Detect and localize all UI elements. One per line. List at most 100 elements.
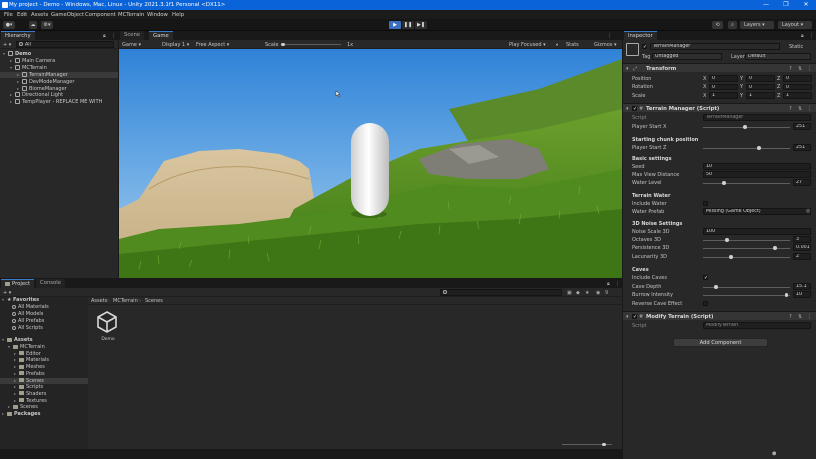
favorite-item[interactable]: All Materials xyxy=(12,304,49,311)
game-viewport[interactable] xyxy=(119,49,622,278)
breadcrumb-mcterrain[interactable]: MCTerrain xyxy=(113,298,138,304)
cloud-icon[interactable]: ☁ xyxy=(29,21,37,29)
kebab-menu-icon[interactable]: ⋮ xyxy=(807,106,812,112)
breadcrumb-scenes[interactable]: Scenes xyxy=(145,298,163,304)
transform-header[interactable]: ▾ ⤢ Transform ? ⇅ ⋮ xyxy=(623,63,816,72)
max-view-field[interactable]: 50 xyxy=(703,171,811,178)
preset-icon[interactable]: ⇅ xyxy=(798,66,802,72)
reverse-cave-checkbox[interactable] xyxy=(703,301,708,306)
pause-button[interactable]: ❚❚ xyxy=(402,21,414,29)
transform-rotation-x-field[interactable]: 0 xyxy=(709,83,738,90)
transform-position-z-field[interactable]: 0 xyxy=(783,75,812,82)
asset-folder-item[interactable]: ▸ Shaders xyxy=(0,391,88,398)
hierarchy-search-input[interactable]: All xyxy=(16,41,114,48)
lacunarity-value[interactable]: 2 xyxy=(793,253,811,260)
cave-depth-value[interactable]: 15.1 xyxy=(793,283,811,290)
play-mode-dropdown[interactable]: Play Focused ▾ xyxy=(509,42,546,48)
favorite-item[interactable]: All Scripts xyxy=(12,325,43,332)
terrain-manager-header[interactable]: ▾ ✓ # Terrain Manager (Script) ? ⇅ ⋮ xyxy=(623,103,816,112)
project-search-input[interactable] xyxy=(440,289,562,296)
asset-folder-item[interactable]: ▸ Materials xyxy=(0,357,88,364)
lacunarity-slider[interactable] xyxy=(703,257,790,259)
component-enabled-checkbox[interactable]: ✓ xyxy=(632,105,637,111)
burrow-intensity-knob[interactable] xyxy=(784,293,789,297)
menu-mcterrain[interactable]: MCTerrain xyxy=(118,12,144,18)
filter-type-icon[interactable]: ▣ xyxy=(567,290,572,296)
tab-inspector[interactable]: Inspector xyxy=(624,31,657,40)
noise-scale-field[interactable]: 100 xyxy=(703,228,811,235)
player-start-z-knob[interactable] xyxy=(756,146,761,150)
assets-header[interactable]: ▾ Assets xyxy=(2,337,33,344)
filter-label-icon[interactable]: ◆ xyxy=(576,290,580,296)
modify-terrain-header[interactable]: ▾ ✓ # Modify Terrain (Script) ? ⇅ ⋮ xyxy=(623,311,816,320)
water-prefab-field[interactable]: Missing (Game Object) xyxy=(703,208,811,215)
transform-scale-z-field[interactable]: 1 xyxy=(783,92,812,99)
lock-icon[interactable]: 🔒︎ xyxy=(103,33,106,39)
asset-folder-item[interactable]: ▸ Editor xyxy=(0,351,88,358)
create-dropdown[interactable]: + ▾ xyxy=(3,42,11,48)
hierarchy-item[interactable]: ▸ Directional Light xyxy=(0,92,118,99)
menu-assets[interactable]: Assets xyxy=(31,12,48,18)
tag-dropdown[interactable]: Untagged xyxy=(652,53,722,60)
icon-size-knob[interactable] xyxy=(602,442,606,447)
include-water-checkbox[interactable] xyxy=(703,201,708,206)
component-enabled-checkbox[interactable]: ✓ xyxy=(632,313,637,319)
help-icon[interactable]: ? xyxy=(789,314,792,320)
collab-icon[interactable]: ⚙▾ xyxy=(41,21,53,29)
octaves-value[interactable]: 3 xyxy=(793,236,811,243)
static-toggle[interactable]: Static xyxy=(789,44,803,50)
water-level-value[interactable]: 27 xyxy=(793,179,811,186)
asset-folder-item[interactable]: ▸ Scenes xyxy=(0,377,88,385)
account-icon[interactable]: ●▾ xyxy=(3,21,15,29)
aspect-dropdown[interactable]: Free Aspect ▾ xyxy=(196,42,229,48)
active-checkbox[interactable]: ✓ xyxy=(642,44,647,50)
player-start-z-slider[interactable] xyxy=(703,148,790,150)
tab-hierarchy[interactable]: Hierarchy xyxy=(1,31,35,40)
lacunarity-knob[interactable] xyxy=(728,255,733,259)
build-icon[interactable]: ⬢ xyxy=(772,451,776,457)
water-level-slider[interactable] xyxy=(703,183,790,185)
octaves-slider[interactable] xyxy=(703,240,790,242)
favorite-item[interactable]: All Prefabs xyxy=(12,318,44,325)
gizmos-dropdown[interactable]: Gizmos ▾ xyxy=(594,42,617,48)
asset-folder-item[interactable]: ▸ Meshes xyxy=(0,364,88,371)
script-field[interactable]: ModifyTerrain xyxy=(703,322,811,329)
scale-slider-track[interactable] xyxy=(281,44,341,46)
persistence-value[interactable]: 0.001 xyxy=(793,244,811,251)
minimize-button[interactable]: — xyxy=(759,0,773,10)
transform-position-x-field[interactable]: 0 xyxy=(709,75,738,82)
kebab-menu-icon[interactable]: ⋮ xyxy=(809,33,814,39)
menu-help[interactable]: Help xyxy=(172,12,184,18)
object-name-field[interactable]: TerrainManager xyxy=(650,43,780,50)
layers-dropdown[interactable]: Layers ▾ xyxy=(740,21,774,29)
visibility-icon[interactable]: ◉ xyxy=(596,290,600,296)
player-start-x-value[interactable]: 251 xyxy=(793,123,811,130)
packages-header[interactable]: ▸ Packages xyxy=(2,411,41,418)
hierarchy-item[interactable]: ▸ DevModeManager xyxy=(0,78,118,86)
help-icon[interactable]: ? xyxy=(789,106,792,112)
create-dropdown[interactable]: + ▾ xyxy=(3,290,11,296)
breadcrumb-assets[interactable]: Assets xyxy=(91,298,107,304)
include-caves-checkbox[interactable]: ✓ xyxy=(703,275,708,281)
menu-edit[interactable]: Edit xyxy=(17,12,27,18)
persistence-knob[interactable] xyxy=(773,246,778,250)
water-level-knob[interactable] xyxy=(721,181,726,185)
hierarchy-item[interactable]: ▸ TempPlayer - REPLACE ME WITH xyxy=(0,99,118,106)
scale-slider-knob[interactable] xyxy=(281,42,285,47)
hierarchy-item[interactable]: ▾ Demo xyxy=(0,51,118,58)
close-button[interactable]: ✕ xyxy=(799,0,813,10)
kebab-menu-icon[interactable]: ⋮ xyxy=(607,33,612,39)
favorite-item[interactable]: All Models xyxy=(12,311,43,318)
script-field[interactable]: TerrainManager xyxy=(703,114,811,121)
hierarchy-item[interactable]: ▸ Main Camera xyxy=(0,57,118,65)
layout-dropdown[interactable]: Layout ▾ xyxy=(778,21,812,29)
octaves-knob[interactable] xyxy=(725,238,730,242)
add-component-button[interactable]: Add Component xyxy=(673,338,768,347)
cave-depth-knob[interactable] xyxy=(714,285,718,289)
transform-scale-y-field[interactable]: 1 xyxy=(746,92,775,99)
lock-icon[interactable]: 🔒︎ xyxy=(801,33,804,39)
kebab-menu-icon[interactable]: ⋮ xyxy=(807,314,812,320)
display-dropdown[interactable]: Display 1 ▾ xyxy=(162,42,189,48)
transform-position-y-field[interactable]: 0 xyxy=(746,75,775,82)
preset-icon[interactable]: ⇅ xyxy=(798,106,802,112)
